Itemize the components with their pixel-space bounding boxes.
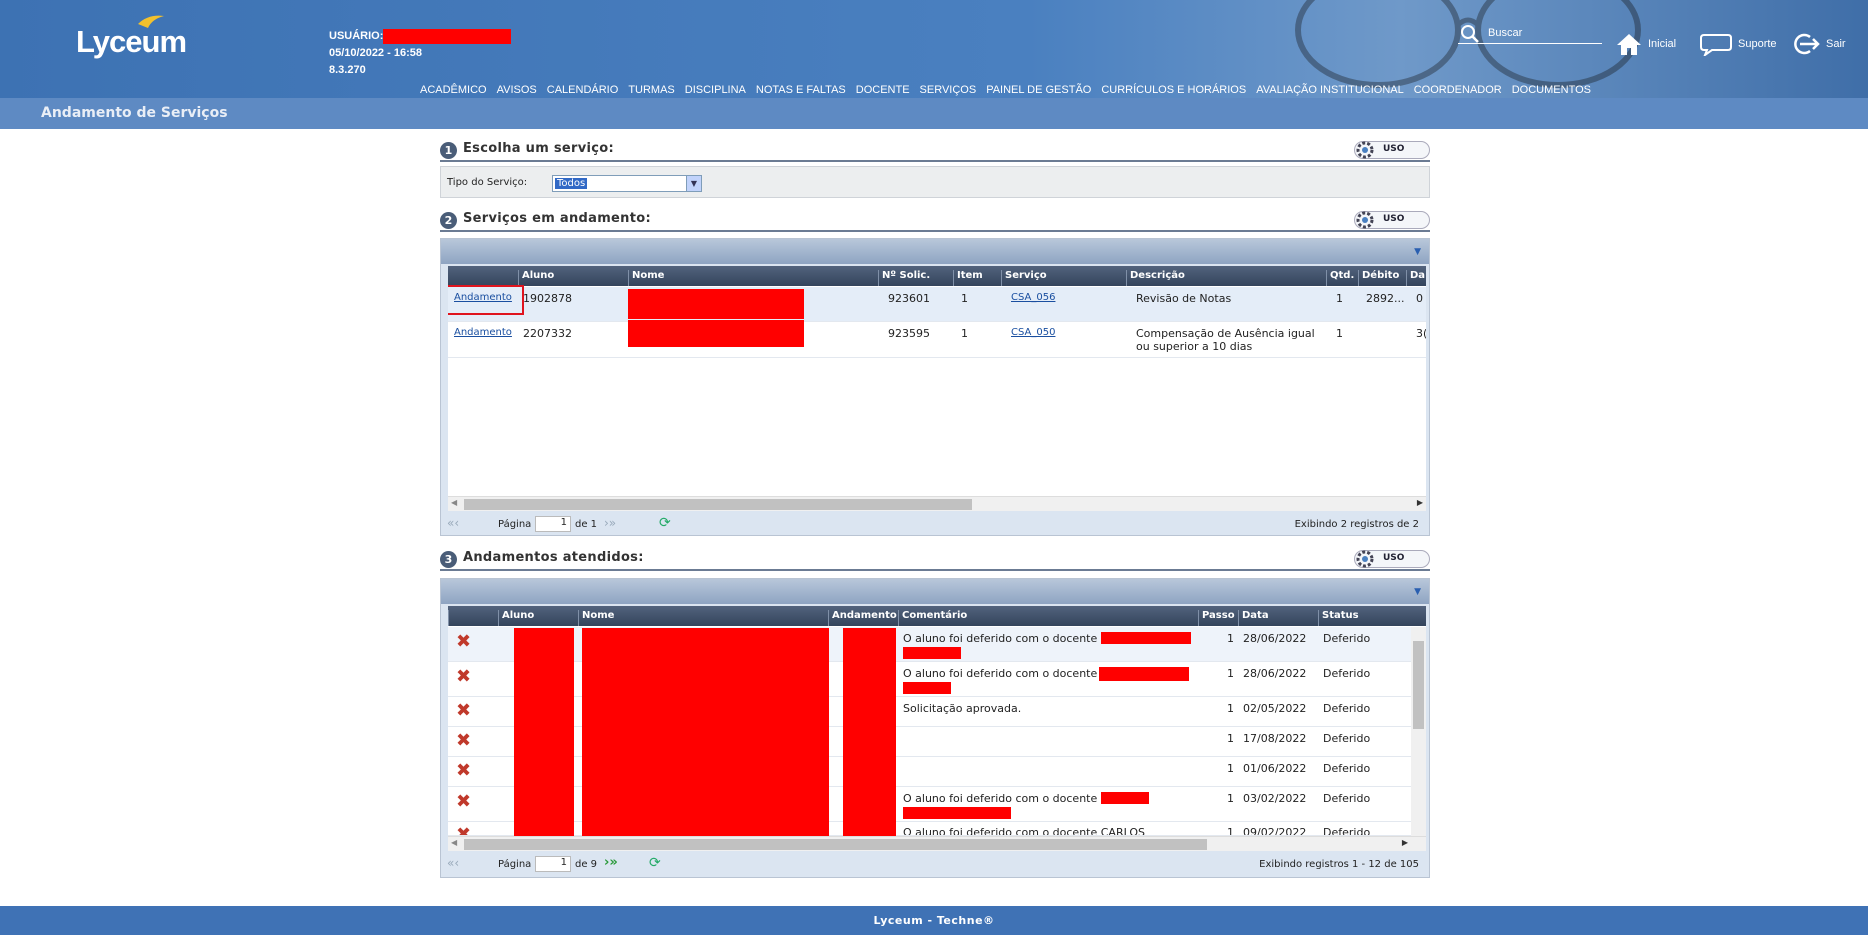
- delete-icon[interactable]: ✖: [456, 824, 471, 835]
- next-page-icon[interactable]: ›»: [604, 516, 616, 530]
- home-link[interactable]: Inicial: [1616, 32, 1676, 56]
- page-input[interactable]: 1: [535, 856, 571, 872]
- chat-bubble-icon: [1700, 34, 1732, 56]
- delete-icon[interactable]: ✖: [456, 791, 471, 812]
- redacted-name: [628, 289, 804, 319]
- next-page-icon[interactable]: ›»: [604, 855, 618, 870]
- menu-academico[interactable]: ACADÊMICO: [420, 84, 487, 96]
- page-title: Andamento de Serviços: [0, 98, 1868, 129]
- menu-avisos[interactable]: AVISOS: [497, 84, 537, 96]
- service-link[interactable]: CSA_050: [1011, 327, 1055, 338]
- section-title: Serviços em andamento:: [463, 211, 651, 226]
- menu-docente[interactable]: DOCENTE: [856, 84, 910, 96]
- step-number: 3: [440, 551, 457, 568]
- arrow-down-icon[interactable]: ▼: [1414, 247, 1421, 257]
- menu-avaliacao-institucional[interactable]: AVALIAÇÃO INSTITUCIONAL: [1256, 84, 1404, 96]
- gear-icon: [1356, 141, 1374, 159]
- menu-painel-gestao[interactable]: PAINEL DE GESTÃO: [986, 84, 1091, 96]
- redacted-aluno-column: [514, 628, 574, 836]
- chevron-down-icon[interactable]: ▼: [686, 176, 701, 191]
- step-number: 2: [440, 212, 457, 229]
- service-type-select[interactable]: Todos ▼: [552, 175, 702, 192]
- delete-icon[interactable]: ✖: [456, 700, 471, 721]
- uso-button[interactable]: USO: [1354, 550, 1430, 568]
- page-input[interactable]: 1: [535, 516, 571, 532]
- section-completed-progress: 3 Andamentos atendidos: USO: [440, 545, 1430, 571]
- redacted-username: [383, 28, 512, 44]
- pager: «‹ Página 1 de 9 ›» ⟳ Exibindo registros…: [447, 855, 1419, 872]
- footer: Lyceum - Techne®: [0, 906, 1868, 935]
- delete-icon[interactable]: ✖: [456, 666, 471, 687]
- redacted-andamento-column: [843, 628, 896, 836]
- section-title: Escolha um serviço:: [463, 141, 615, 156]
- filter-label: Tipo do Serviço:: [447, 177, 528, 188]
- table-row[interactable]: Andamento 1902878 923601 1 CSA_056 Revis…: [448, 285, 1426, 322]
- search-box[interactable]: Buscar: [1458, 25, 1602, 44]
- uso-button[interactable]: USO: [1354, 141, 1430, 159]
- horizontal-scrollbar[interactable]: ◀ ▶: [448, 836, 1426, 851]
- table-row[interactable]: Andamento 2207332 923595 1 CSA_050 Compe…: [448, 320, 1426, 358]
- search-icon: [1461, 25, 1479, 43]
- exit-icon: [1794, 33, 1820, 55]
- redacted-name: [628, 320, 804, 347]
- menu-coordenador[interactable]: COORDENADOR: [1414, 84, 1502, 96]
- uso-button[interactable]: USO: [1354, 211, 1430, 229]
- version: 8.3.270: [329, 64, 366, 76]
- first-page-icon[interactable]: «‹: [447, 516, 459, 530]
- menu-documentos[interactable]: DOCUMENTOS: [1512, 84, 1591, 96]
- support-link[interactable]: Suporte: [1700, 32, 1777, 56]
- redacted-nome-column: [582, 628, 829, 836]
- menu-curriculos-horarios[interactable]: CURRÍCULOS E HORÁRIOS: [1101, 84, 1246, 96]
- user-info: USUÁRIO: 05/10/2022 - 16:58 8.3.270: [329, 28, 512, 79]
- delete-icon[interactable]: ✖: [456, 760, 471, 781]
- menu-servicos[interactable]: SERVIÇOS: [920, 84, 977, 96]
- menu-notas-faltas[interactable]: NOTAS E FALTAS: [756, 84, 846, 96]
- bird-logo-icon: [138, 15, 164, 28]
- section-title: Andamentos atendidos:: [463, 550, 644, 565]
- section-services-in-progress: 2 Serviços em andamento: USO: [440, 206, 1430, 232]
- menu-turmas[interactable]: TURMAS: [628, 84, 674, 96]
- gear-icon: [1356, 211, 1374, 229]
- vertical-scrollbar[interactable]: [1411, 627, 1426, 836]
- service-link[interactable]: CSA_056: [1011, 292, 1055, 303]
- main-menu: ACADÊMICO AVISOS CALENDÁRIO TURMAS DISCI…: [420, 84, 1591, 96]
- section-choose-service: 1 Escolha um serviço: USO: [440, 136, 1430, 162]
- gear-icon: [1356, 550, 1374, 568]
- search-label: Buscar: [1488, 27, 1523, 39]
- highlight-box: [448, 285, 524, 315]
- first-page-icon[interactable]: «‹: [447, 856, 459, 870]
- andamento-link[interactable]: Andamento: [454, 327, 512, 338]
- logo: Lyceum: [76, 15, 187, 60]
- refresh-icon[interactable]: ⟳: [649, 855, 661, 871]
- step-number: 1: [440, 142, 457, 159]
- table-header: Aluno Nome Nº Solic. Item Serviço Descri…: [448, 266, 1426, 286]
- menu-calendario[interactable]: CALENDÁRIO: [547, 84, 619, 96]
- header: Lyceum USUÁRIO: 05/10/2022 - 16:58 8.3.2…: [0, 0, 1868, 98]
- home-icon: [1617, 34, 1641, 55]
- table-header: Aluno Nome Andamento Comentário Passo Da…: [448, 606, 1426, 626]
- completed-grid: ▼ Aluno Nome Andamento Comentário Passo …: [440, 578, 1430, 878]
- horizontal-scrollbar[interactable]: ◀ ▶: [448, 496, 1426, 511]
- pager: «‹ Página 1 de 1 ›» ⟳ Exibindo 2 registr…: [447, 515, 1419, 532]
- delete-icon[interactable]: ✖: [456, 730, 471, 751]
- service-filter: Tipo do Serviço: Todos ▼: [440, 166, 1430, 198]
- user-label: USUÁRIO:: [329, 30, 384, 42]
- services-grid: ▼ Aluno Nome Nº Solic. Item Serviço Desc…: [440, 238, 1430, 536]
- menu-disciplina[interactable]: DISCIPLINA: [685, 84, 746, 96]
- datetime: 05/10/2022 - 16:58: [329, 47, 422, 59]
- refresh-icon[interactable]: ⟳: [659, 515, 671, 531]
- exit-link[interactable]: Sair: [1792, 32, 1846, 56]
- delete-icon[interactable]: ✖: [456, 631, 471, 652]
- arrow-down-icon[interactable]: ▼: [1414, 587, 1421, 597]
